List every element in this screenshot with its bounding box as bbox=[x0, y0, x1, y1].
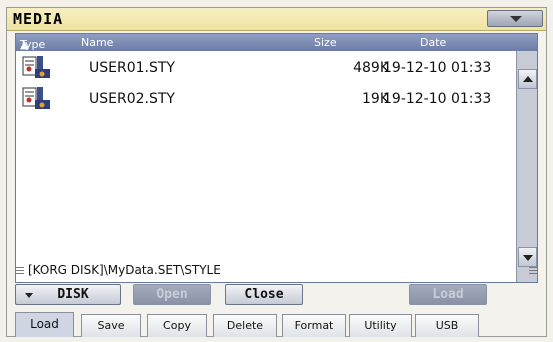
tab-copy[interactable]: Copy bbox=[147, 314, 207, 337]
column-size[interactable]: Size bbox=[314, 36, 337, 49]
tab-utility[interactable]: Utility bbox=[349, 314, 412, 337]
sort-up-icon: ▲ bbox=[20, 38, 29, 51]
column-name[interactable]: Name bbox=[81, 36, 113, 49]
file-date: 19-12-10 01:33 bbox=[383, 60, 492, 76]
style-file-icon bbox=[22, 56, 50, 78]
load-button[interactable]: Load bbox=[409, 284, 487, 305]
media-screen: MEDIA Type ▲ Name Size Date USER01.STY 4… bbox=[6, 7, 547, 337]
file-list: USER01.STY 489K 19-12-10 01:33 USER02.ST… bbox=[16, 51, 516, 282]
chevron-down-icon bbox=[510, 16, 522, 22]
tab-usb[interactable]: USB bbox=[415, 314, 479, 337]
file-name: USER01.STY bbox=[89, 60, 175, 76]
disk-selector-button[interactable]: DISK bbox=[15, 284, 121, 305]
tab-load[interactable]: Load bbox=[15, 312, 74, 337]
file-date: 19-12-10 01:33 bbox=[383, 91, 492, 107]
scroll-up-button[interactable] bbox=[518, 69, 537, 89]
close-button[interactable]: Close bbox=[225, 284, 303, 305]
file-list-panel: Type ▲ Name Size Date USER01.STY 489K 19… bbox=[15, 33, 538, 283]
file-name: USER02.STY bbox=[89, 91, 175, 107]
tab-bar: Load Save Copy Delete Format Utility USB bbox=[7, 312, 546, 337]
arrow-down-icon bbox=[523, 255, 533, 261]
tab-delete[interactable]: Delete bbox=[213, 314, 277, 337]
grip-icon bbox=[15, 267, 24, 274]
path-bar: [KORG DISK]\MyData.SET\STYLE bbox=[15, 263, 538, 278]
tab-format[interactable]: Format bbox=[282, 314, 346, 337]
page-menu-button[interactable] bbox=[487, 10, 543, 27]
list-item[interactable]: USER01.STY 489K 19-12-10 01:33 bbox=[16, 53, 516, 83]
list-item[interactable]: USER02.STY 19K 19-12-10 01:33 bbox=[16, 84, 516, 114]
list-scrollbar[interactable] bbox=[516, 51, 537, 282]
page-title: MEDIA bbox=[13, 10, 64, 28]
column-date[interactable]: Date bbox=[420, 36, 446, 49]
current-path: [KORG DISK]\MyData.SET\STYLE bbox=[28, 263, 221, 277]
tab-save[interactable]: Save bbox=[81, 314, 141, 337]
open-button[interactable]: Open bbox=[133, 284, 211, 305]
arrow-up-icon bbox=[523, 76, 533, 82]
title-bar: MEDIA bbox=[7, 8, 546, 31]
style-file-icon bbox=[22, 87, 50, 109]
list-header: Type ▲ Name Size Date bbox=[16, 34, 537, 51]
grip-icon bbox=[529, 267, 538, 274]
chevron-down-icon bbox=[25, 293, 33, 298]
